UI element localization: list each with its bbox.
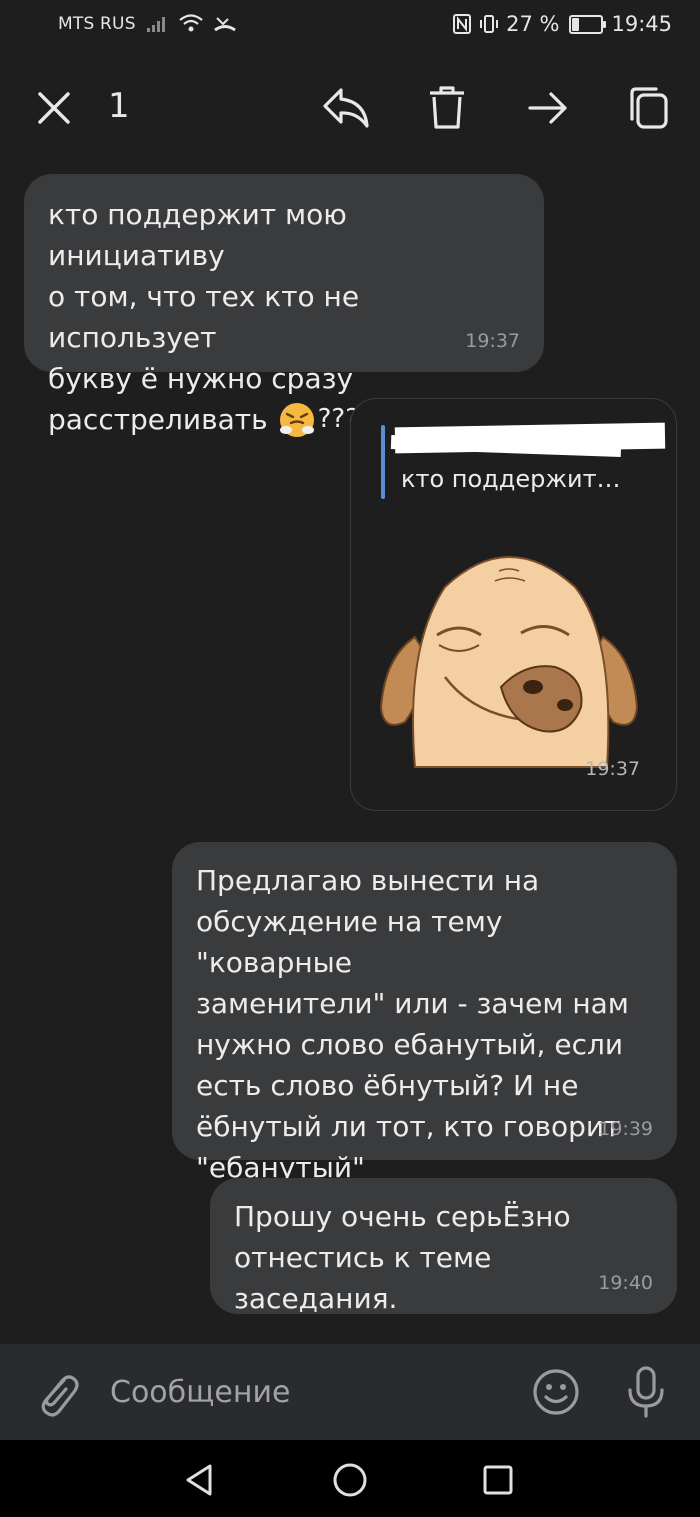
battery-icon (569, 14, 607, 34)
battery-percent: 27 % (506, 12, 560, 36)
battery-level (572, 17, 580, 31)
reply-preview-text: кто поддержит… (401, 465, 621, 493)
microphone-icon[interactable] (620, 1364, 672, 1420)
composer-bar (0, 1344, 700, 1440)
steam-face-emoji-icon (279, 402, 314, 437)
delete-icon[interactable] (421, 82, 473, 134)
sticker-message[interactable]: кто поддержит… 19:37 (350, 398, 677, 811)
message-line: ёбнутый ли тот, кто говорит (196, 1110, 621, 1143)
message-list[interactable]: кто поддержит мою инициативу о том, что … (0, 162, 700, 1344)
message-line: есть слово ёбнутый? И не (196, 1069, 579, 1102)
back-icon[interactable] (180, 1460, 220, 1500)
carrier-name: MTS RUS (58, 14, 136, 34)
message-time: 19:40 (598, 1272, 653, 1294)
message-line: нужно слово ебанутый, если (196, 1028, 624, 1061)
copy-icon[interactable] (622, 82, 674, 134)
message-line: Прошу очень серьЁзно (234, 1200, 571, 1233)
message-line: о том, что тех кто не использует (48, 280, 360, 354)
status-bar: MTS RUS 27 % 19:45 (0, 0, 700, 54)
message-text: Предлагаю вынести на обсуждение на тему … (196, 860, 653, 1188)
vibrate-icon (480, 15, 499, 33)
message-bubble-outgoing[interactable]: Прошу очень серьЁзно отнестись к теме за… (210, 1178, 677, 1315)
message-time: 19:37 (585, 758, 640, 780)
selected-count: 1 (108, 86, 130, 126)
message-bubble-outgoing[interactable]: Предлагаю вынести на обсуждение на тему … (172, 842, 677, 1184)
message-line: отнестись к теме заседания. (234, 1241, 492, 1315)
paperclip-icon[interactable] (32, 1368, 82, 1418)
message-line: заменители" или - зачем нам (196, 987, 629, 1020)
wifi-icon (179, 14, 203, 32)
message-line: букву ё нужно сразу (48, 362, 354, 395)
missed-call-icon (213, 17, 236, 32)
dog-sticker-image (379, 556, 639, 768)
reply-accent-bar (381, 425, 385, 499)
forward-icon[interactable] (522, 82, 574, 134)
message-line-text: расстреливать (48, 403, 268, 436)
message-bubble-incoming[interactable]: кто поддержит мою инициативу о том, что … (24, 174, 544, 437)
message-line: обсуждение на тему "коварные (196, 905, 503, 979)
system-navigation-bar (0, 1440, 700, 1517)
status-left: MTS RUS (58, 14, 236, 34)
selection-toolbar: 1 (0, 54, 700, 162)
emoji-icon[interactable] (530, 1366, 582, 1418)
message-line: Предлагаю вынести на (196, 864, 540, 897)
nfc-icon (453, 14, 472, 34)
message-line: кто поддержит мою инициативу (48, 198, 347, 272)
reply-icon[interactable] (320, 82, 372, 134)
status-right: 27 % 19:45 (452, 12, 672, 36)
close-icon[interactable] (28, 82, 80, 134)
clock: 19:45 (611, 12, 672, 36)
home-icon[interactable] (330, 1460, 370, 1500)
message-time: 19:37 (465, 330, 520, 352)
message-input[interactable] (110, 1368, 510, 1416)
message-time: 19:39 (598, 1118, 653, 1140)
signal-icon (146, 17, 165, 32)
message-text: Прошу очень серьЁзно отнестись к теме за… (234, 1196, 653, 1319)
recents-icon[interactable] (478, 1460, 518, 1500)
